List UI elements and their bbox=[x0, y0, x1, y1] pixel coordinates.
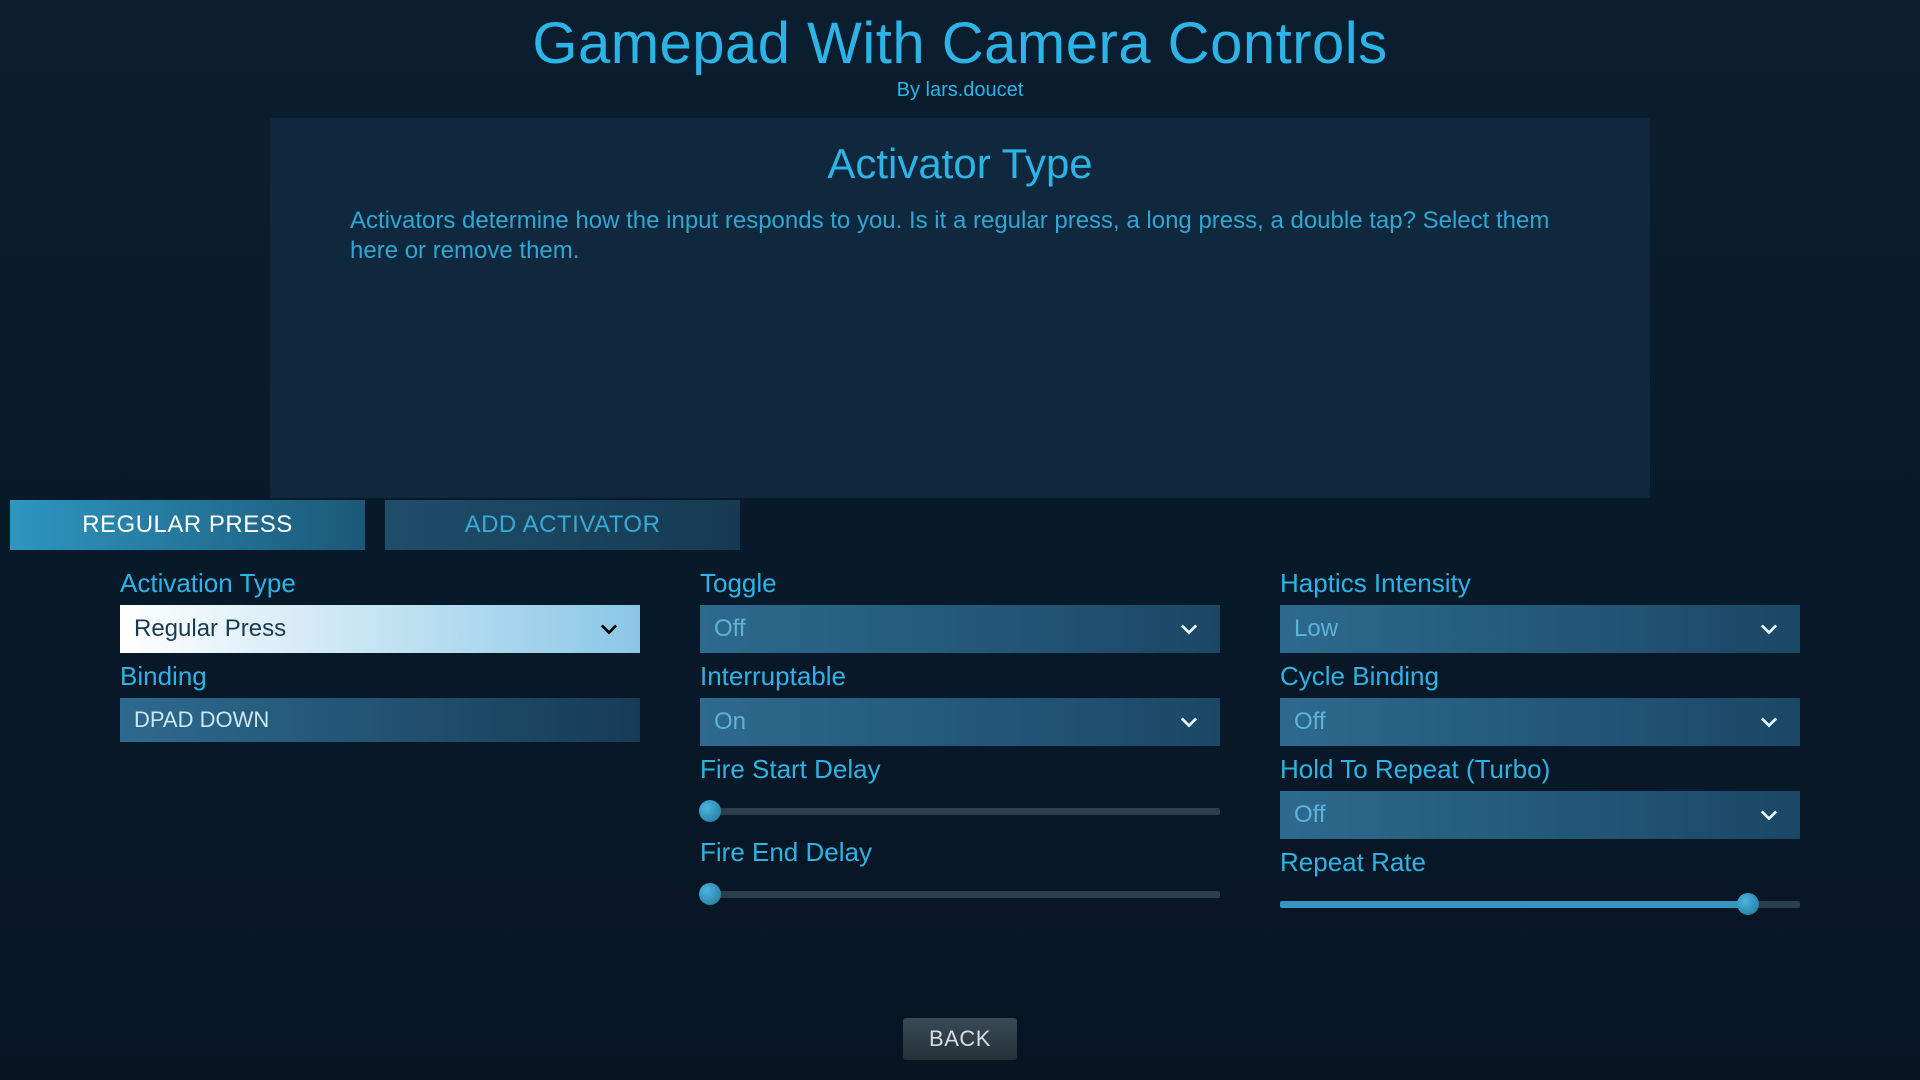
dropdown-interruptable[interactable]: On bbox=[700, 698, 1220, 746]
slider-fill bbox=[1280, 901, 1748, 908]
page-title: Gamepad With Camera Controls bbox=[0, 10, 1920, 77]
dropdown-activation-type[interactable]: Regular Press bbox=[120, 605, 640, 653]
dropdown-hold-to-repeat[interactable]: Off bbox=[1280, 791, 1800, 839]
tab-add-activator[interactable]: ADD ACTIVATOR bbox=[385, 500, 740, 550]
dropdown-haptics-intensity[interactable]: Low bbox=[1280, 605, 1800, 653]
label-fire-start-delay: Fire Start Delay bbox=[700, 754, 1220, 785]
dropdown-value: Off bbox=[714, 615, 746, 643]
tab-regular-press[interactable]: REGULAR PRESS bbox=[10, 500, 365, 550]
label-repeat-rate: Repeat Rate bbox=[1280, 847, 1800, 878]
byline: By lars.doucet bbox=[0, 79, 1920, 102]
info-heading: Activator Type bbox=[350, 140, 1570, 188]
dropdown-value: Low bbox=[1294, 615, 1338, 643]
settings-col-2: Toggle Off Interruptable On Fire Start D… bbox=[700, 560, 1220, 922]
label-haptics-intensity: Haptics Intensity bbox=[1280, 568, 1800, 599]
dropdown-value: Regular Press bbox=[134, 615, 286, 643]
header: Gamepad With Camera Controls By lars.dou… bbox=[0, 0, 1920, 102]
binding-field[interactable]: DPAD DOWN bbox=[120, 698, 640, 742]
label-interruptable: Interruptable bbox=[700, 661, 1220, 692]
bottom-bar: BACK bbox=[0, 1018, 1920, 1060]
chevron-down-icon bbox=[1180, 716, 1198, 728]
tab-row: REGULAR PRESS ADD ACTIVATOR bbox=[0, 500, 1920, 550]
chevron-down-icon bbox=[1760, 809, 1778, 821]
dropdown-cycle-binding[interactable]: Off bbox=[1280, 698, 1800, 746]
label-cycle-binding: Cycle Binding bbox=[1280, 661, 1800, 692]
dropdown-value: Off bbox=[1294, 708, 1326, 736]
label-toggle: Toggle bbox=[700, 568, 1220, 599]
chevron-down-icon bbox=[1760, 623, 1778, 635]
info-description: Activators determine how the input respo… bbox=[350, 206, 1570, 266]
dropdown-value: On bbox=[714, 708, 746, 736]
dropdown-value: Off bbox=[1294, 801, 1326, 829]
dropdown-toggle[interactable]: Off bbox=[700, 605, 1220, 653]
slider-fire-end-delay[interactable] bbox=[700, 876, 1220, 912]
settings-col-1: Activation Type Regular Press Binding DP… bbox=[120, 560, 640, 922]
chevron-down-icon bbox=[1760, 716, 1778, 728]
slider-thumb[interactable] bbox=[1737, 893, 1759, 915]
settings-grid: Activation Type Regular Press Binding DP… bbox=[0, 550, 1920, 922]
settings-col-3: Haptics Intensity Low Cycle Binding Off … bbox=[1280, 560, 1800, 922]
slider-thumb[interactable] bbox=[699, 800, 721, 822]
slider-track bbox=[700, 891, 1220, 898]
label-activation-type: Activation Type bbox=[120, 568, 640, 599]
chevron-down-icon bbox=[600, 623, 618, 635]
label-fire-end-delay: Fire End Delay bbox=[700, 837, 1220, 868]
slider-track bbox=[700, 808, 1220, 815]
slider-fire-start-delay[interactable] bbox=[700, 793, 1220, 829]
slider-thumb[interactable] bbox=[699, 883, 721, 905]
label-hold-to-repeat: Hold To Repeat (Turbo) bbox=[1280, 754, 1800, 785]
slider-repeat-rate[interactable] bbox=[1280, 886, 1800, 922]
slider-track bbox=[1280, 901, 1800, 908]
label-binding: Binding bbox=[120, 661, 640, 692]
chevron-down-icon bbox=[1180, 623, 1198, 635]
binding-value: DPAD DOWN bbox=[134, 707, 269, 733]
info-panel: Activator Type Activators determine how … bbox=[270, 118, 1650, 498]
back-button[interactable]: BACK bbox=[903, 1018, 1017, 1060]
